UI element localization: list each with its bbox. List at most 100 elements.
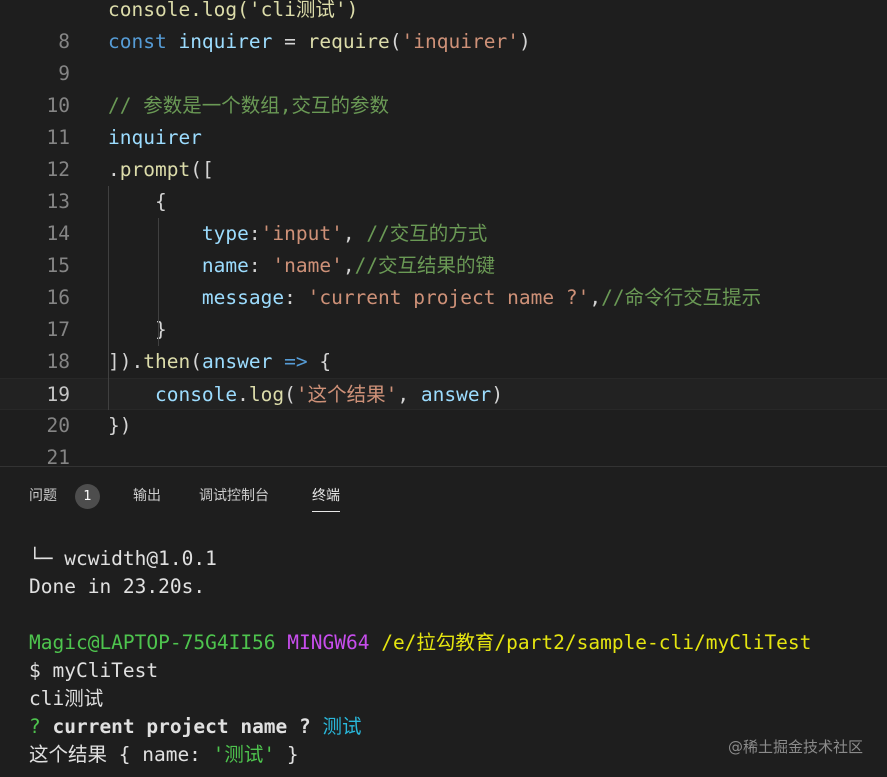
code-token: , [589,286,602,309]
code-token: //命令行交互提示 [601,286,762,309]
line-number: 9 [58,62,70,85]
code-token: answer [420,383,492,406]
terminal-text: 测试 [322,715,362,738]
code-text: .prompt([ [108,154,214,186]
indent-guide [158,218,159,346]
code-token: //交互结果的键 [354,254,496,277]
tab-output[interactable]: 输出 [133,485,161,511]
code-token: . [108,158,120,181]
code-token: log [248,383,285,406]
line-number: 21 [46,446,70,466]
code-token: answer [201,350,273,373]
code-editor[interactable]: console.log('cli测试') 8 const inquirer = re… [0,0,887,466]
code-token: . [237,383,249,406]
terminal-text: Done in 23.20s. [29,575,206,598]
code-token: ]). [108,350,144,373]
line-number: 16 [46,286,70,309]
code-token: prompt [119,158,191,181]
tab-problems[interactable]: 问题 [29,485,57,511]
code-token: inquirer [178,30,273,53]
code-token: { [108,190,167,213]
code-line[interactable]: 15 name: 'name',//交互结果的键 [0,250,887,282]
line-number: 12 [46,158,70,181]
panel-tabs: 问题 1 输出 调试控制台 终端 [0,467,887,525]
code-token: //交互的方式 [366,222,488,245]
line-number: 15 [46,254,70,277]
code-line[interactable]: 12 .prompt([ [0,154,887,186]
code-text: console.log('cli测试') [108,0,358,26]
code-line[interactable]: 8 const inquirer = require('inquirer') [0,26,887,58]
code-token: inquirer [108,126,202,149]
line-number: 19 [46,383,70,406]
code-text: name: 'name',//交互结果的键 [108,250,495,282]
code-token: }) [108,414,132,437]
code-token: = [272,30,308,53]
code-line[interactable]: 11 inquirer [0,122,887,154]
code-line[interactable]: 21 [0,442,887,466]
terminal-line: Done in 23.20s. [29,573,205,601]
line-number: 13 [46,190,70,213]
code-text: // 参数是一个数组,交互的参数 [108,90,389,122]
code-token: ([ [190,158,214,181]
code-line[interactable]: 19 console.log('这个结果', answer) [0,378,887,410]
code-text: message: 'current project name ?',//命令行交… [108,282,761,314]
code-line[interactable]: 14 type:'input', //交互的方式 [0,218,887,250]
terminal-text: └─ wcwidth@1.0.1 [29,547,217,570]
code-text: console.log('这个结果', answer) [108,379,503,411]
code-line[interactable]: 17 } [0,314,887,346]
line-number: 14 [46,222,70,245]
code-text: { [108,186,167,218]
code-token: name [201,254,249,277]
code-token: message [201,286,285,309]
line-number: 11 [46,126,70,149]
bottom-panel: 问题 1 输出 调试控制台 终端 └─ wcwidth@1.0.1 Done in… [0,466,887,777]
terminal-text: $ myCliTest [29,659,159,682]
code-line[interactable]: 16 message: 'current project name ?',//命… [0,282,887,314]
terminal-text: '测试' [212,743,276,766]
code-line[interactable]: 20}) [0,410,887,442]
terminal-text: Magic@LAPTOP-75G4II56 [29,631,288,654]
indent-guide [108,186,109,410]
terminal-line: └─ wcwidth@1.0.1 [29,545,217,573]
tab-terminal[interactable]: 终端 [312,485,340,512]
code-token: ( [190,350,202,373]
code-token: ) [518,30,531,53]
code-token: , [397,383,421,406]
code-token: ( [284,383,296,406]
code-line[interactable]: 10 // 参数是一个数组,交互的参数 [0,90,887,122]
terminal-text: cli测试 [29,687,104,710]
code-text: const inquirer = require('inquirer') [108,26,531,58]
code-token: : [248,254,273,277]
line-number: 10 [46,94,70,117]
code-line[interactable]: 9 [0,58,887,90]
tab-debug-console[interactable]: 调试控制台 [199,485,269,511]
code-text: type:'input', //交互的方式 [108,218,487,250]
code-token: , [342,254,355,277]
terminal-text: ? [29,715,53,738]
code-token: 'name' [272,254,343,277]
code-token: then [143,350,191,373]
code-token: 'inquirer' [401,30,519,53]
problems-count-badge: 1 [75,484,100,509]
terminal-line: 这个结果 { name: '测试' } [29,741,299,769]
code-text: }) [108,410,131,442]
code-token: '这个结果' [295,383,398,406]
line-number: 20 [46,414,70,437]
code-line[interactable]: 18]).then(answer => { [0,346,887,378]
code-token: , [342,222,367,245]
code-line[interactable]: console.log('cli测试') [0,0,887,26]
code-token: require [307,30,390,53]
code-token: : [248,222,261,245]
code-line[interactable]: 13 { [0,186,887,218]
code-token: type [201,222,249,245]
terminal-line: cli测试 [29,685,103,713]
terminal-line: ? current project name ? 测试 [29,713,362,741]
code-text: inquirer [108,122,202,154]
terminal-text: /e/拉勾教育/part2/sample-cli/myCliTest [381,631,812,654]
code-token: ) [491,383,504,406]
code-token: { [307,350,332,373]
